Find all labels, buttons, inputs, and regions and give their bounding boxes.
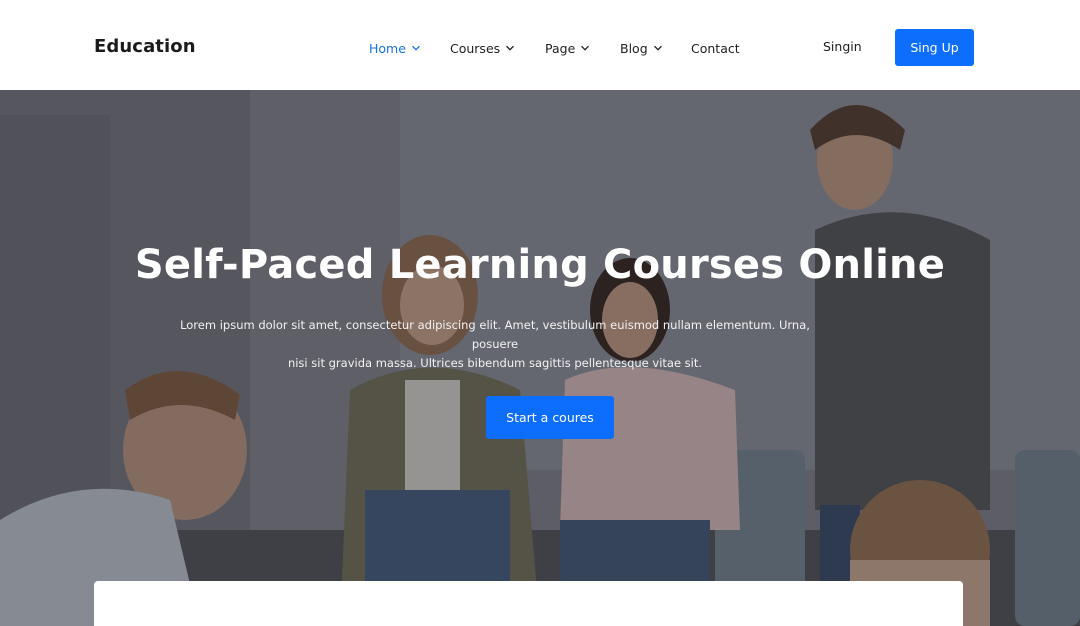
nav-item-contact[interactable]: Contact bbox=[691, 39, 740, 57]
site-logo[interactable]: Education bbox=[94, 36, 196, 57]
hero-description-line: Lorem ipsum dolor sit amet, consectetur … bbox=[180, 318, 810, 351]
nav-item-courses[interactable]: Courses bbox=[450, 39, 515, 57]
chevron-down-icon bbox=[505, 43, 515, 53]
feature-card bbox=[94, 581, 963, 626]
nav-item-blog[interactable]: Blog bbox=[620, 39, 663, 57]
hero-description-line: nisi sit gravida massa. Ultrices bibendu… bbox=[287, 356, 703, 370]
hero-title: Self-Paced Learning Courses Online bbox=[134, 242, 946, 288]
nav-item-label: Home bbox=[369, 40, 406, 56]
nav-item-page[interactable]: Page bbox=[545, 39, 590, 57]
chevron-down-icon bbox=[653, 43, 663, 53]
nav-item-label: Page bbox=[545, 40, 576, 56]
nav-item-label: Courses bbox=[450, 40, 501, 56]
chevron-down-icon bbox=[580, 43, 590, 53]
nav-item-home[interactable]: Home bbox=[369, 39, 421, 57]
signup-button[interactable]: Sing Up bbox=[895, 29, 974, 66]
hero-description: Lorem ipsum dolor sit amet, consectetur … bbox=[160, 316, 830, 373]
chevron-down-icon bbox=[411, 43, 421, 53]
nav-item-label: Contact bbox=[691, 40, 740, 56]
start-course-button[interactable]: Start a coures bbox=[486, 396, 614, 439]
nav-item-label: Blog bbox=[620, 40, 648, 56]
site-header: Education Home Courses Page Blog Contact… bbox=[0, 0, 1080, 90]
hero-section: Self-Paced Learning Courses Online Lorem… bbox=[0, 90, 1080, 626]
signin-link[interactable]: Singin bbox=[823, 39, 862, 54]
